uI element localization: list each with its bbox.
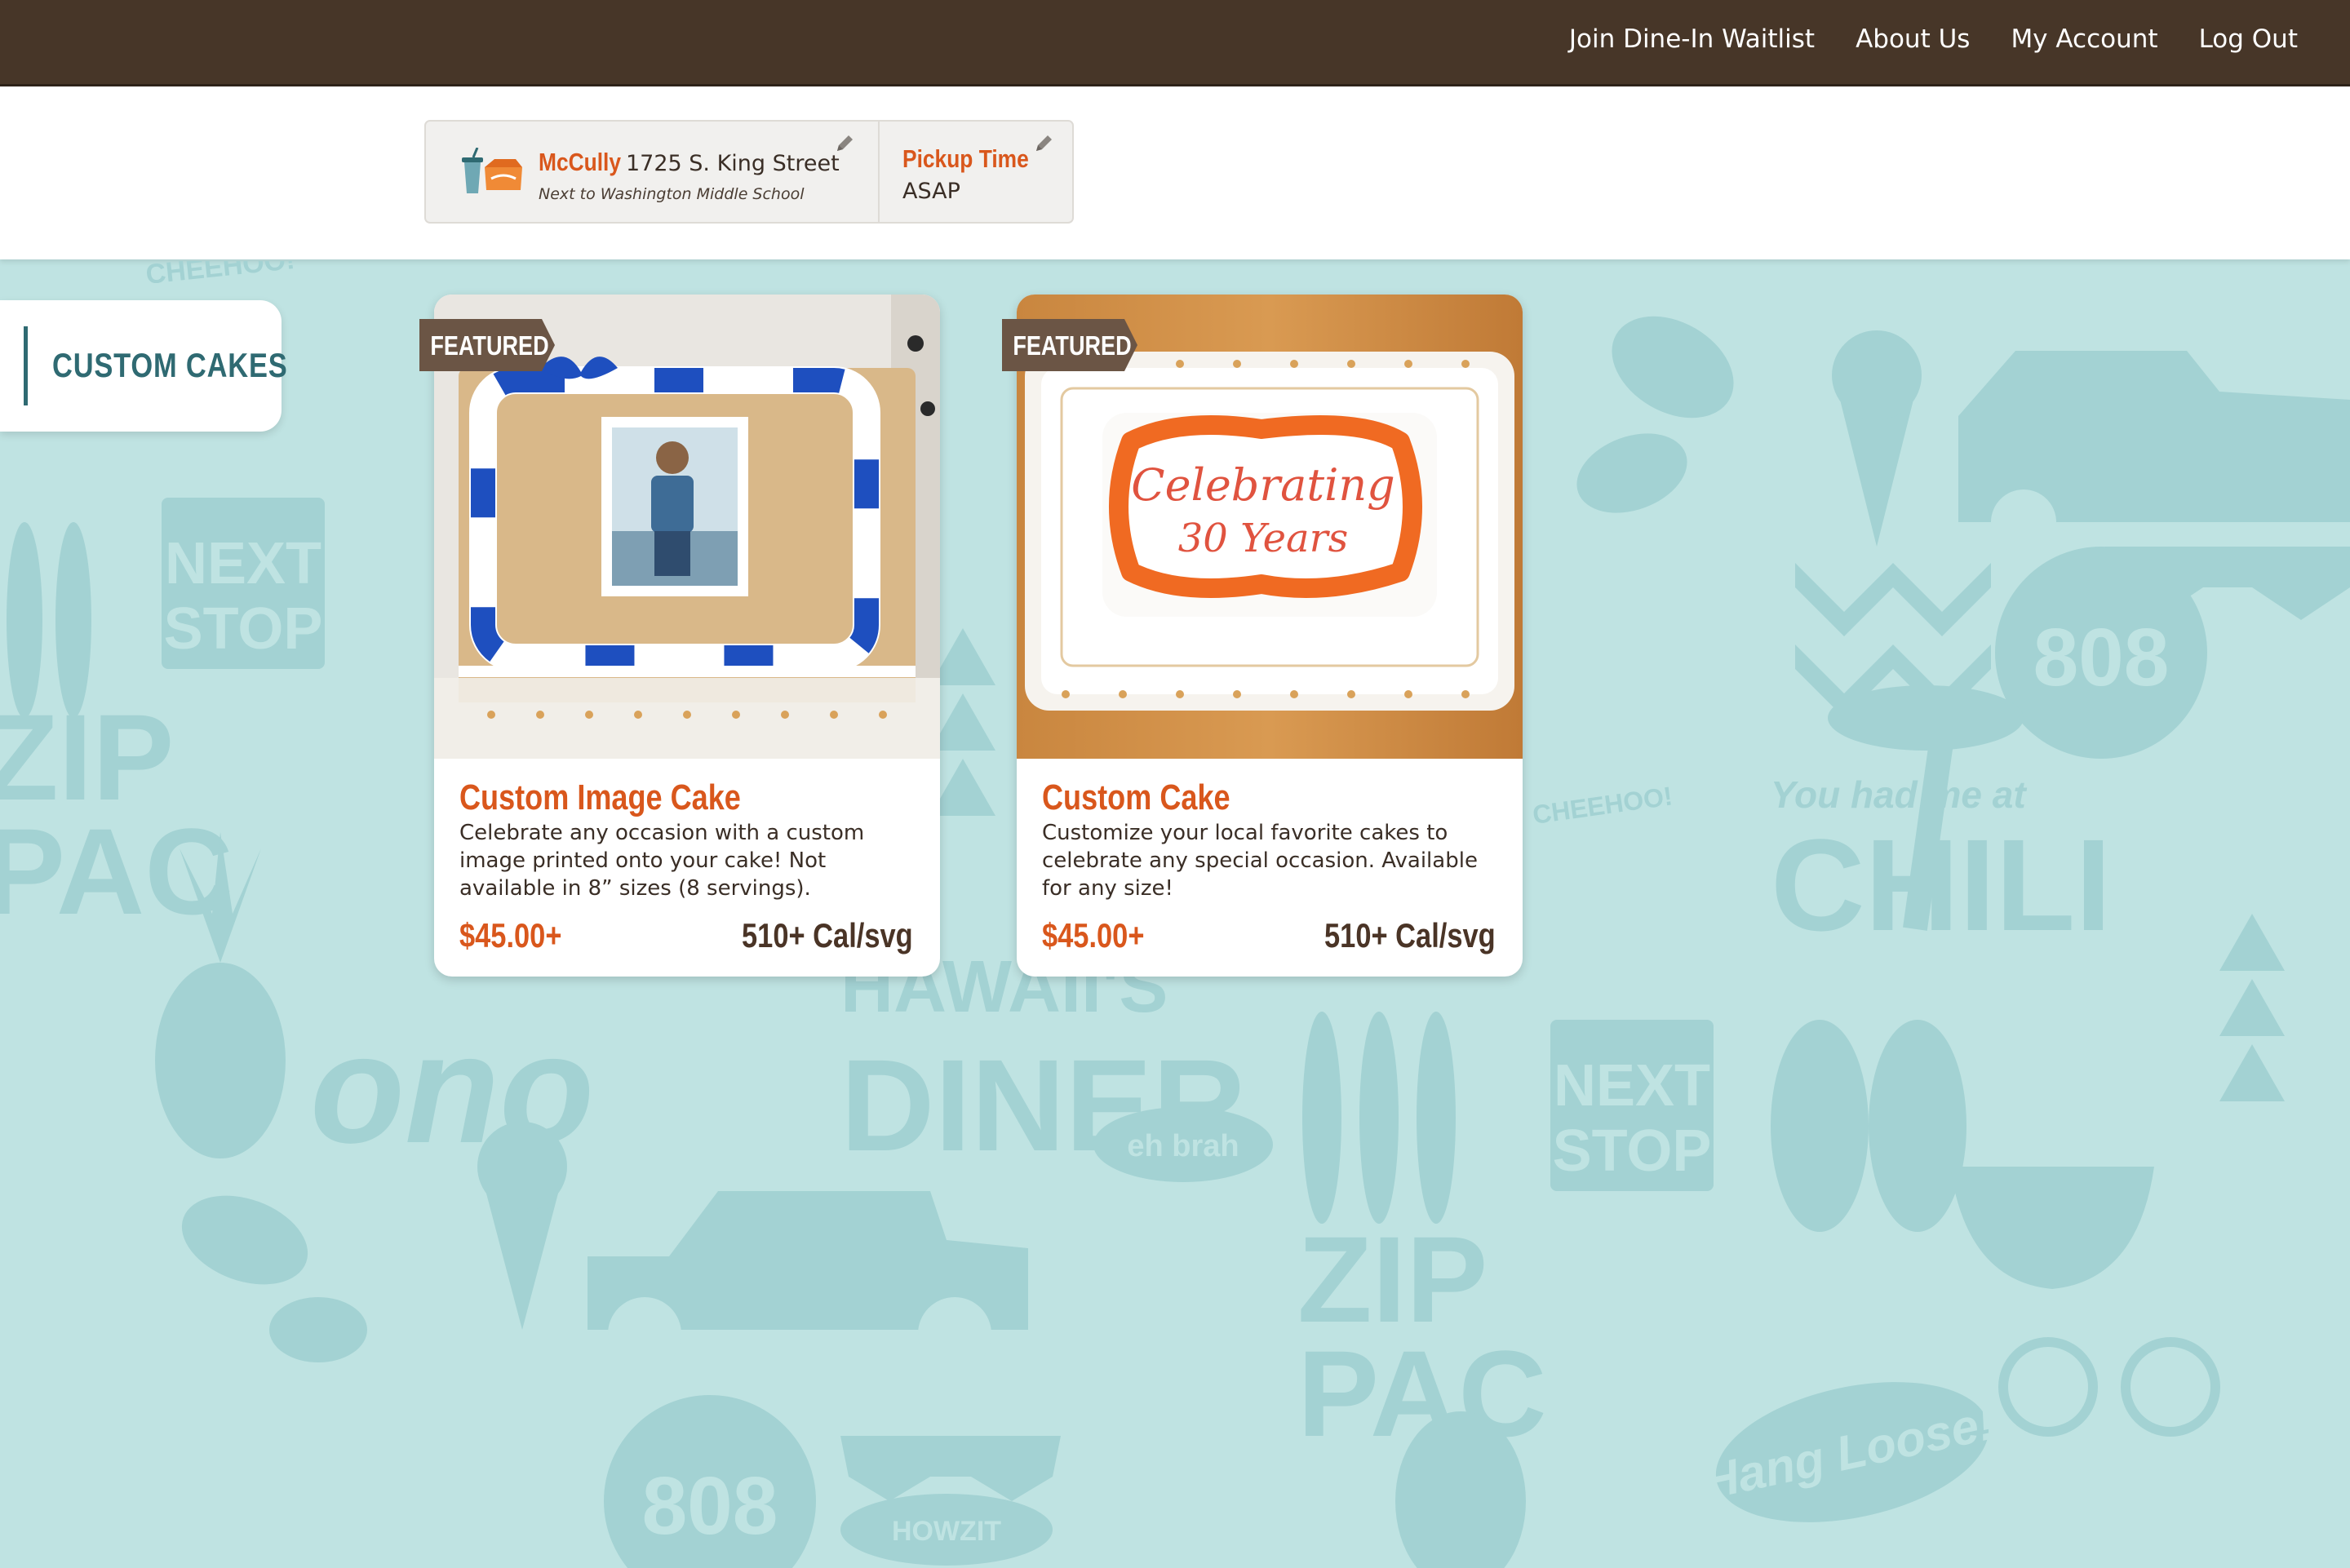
food-box-icon: [485, 159, 522, 190]
svg-text:eh brah: eh brah: [1127, 1129, 1239, 1163]
svg-text:NEXT: NEXT: [165, 531, 321, 596]
order-settings-box: McCully 1725 S. King Street Next to Wash…: [424, 120, 1074, 224]
featured-badge-label: FEATURED: [1013, 330, 1132, 361]
category-tab-custom-cakes[interactable]: CUSTOM CAKES: [0, 300, 287, 432]
nav-join-waitlist[interactable]: Join Dine-In Waitlist: [1569, 24, 1815, 54]
svg-text:CHILI: CHILI: [1771, 812, 2112, 958]
category-active-indicator: [24, 326, 28, 405]
pencil-icon[interactable]: [1033, 133, 1054, 154]
svg-text:808: 808: [642, 1460, 778, 1552]
nav-my-account[interactable]: My Account: [2011, 24, 2157, 54]
svg-text:PAC: PAC: [0, 803, 233, 940]
svg-text:CHEEHOO!: CHEEHOO!: [1531, 781, 1674, 830]
svg-text:CHEEHOO!: CHEEHOO!: [144, 261, 296, 290]
featured-badge: FEATURED: [1002, 319, 1141, 381]
order-header: McCully 1725 S. King Street Next to Wash…: [0, 86, 2350, 259]
nav-about-us[interactable]: About Us: [1856, 24, 1970, 54]
product-card-custom-cake[interactable]: Celebrating 30 Years FEATURED Custom Cak…: [1002, 295, 1523, 977]
drink-cup-icon: [462, 148, 483, 193]
store-name: McCully: [539, 148, 622, 176]
pickup-time-selector[interactable]: Pickup Time ASAP: [880, 122, 1072, 222]
pencil-icon[interactable]: [834, 133, 855, 154]
location-selector[interactable]: McCully 1725 S. King Street Next to Wash…: [426, 122, 878, 222]
svg-text:STOP: STOP: [1553, 1118, 1712, 1184]
store-note: Next to Washington Middle School: [539, 185, 805, 203]
product-calories: 510+ Cal/svg: [742, 916, 913, 955]
main-nav: Join Dine-In Waitlist About Us My Accoun…: [1528, 24, 2298, 54]
product-card-custom-image-cake[interactable]: FEATURED Custom Image Cake Celebrate any…: [419, 295, 940, 977]
svg-text:STOP: STOP: [164, 596, 323, 662]
product-price: $45.00+: [459, 916, 562, 955]
nav-log-out[interactable]: Log Out: [2199, 24, 2298, 54]
product-price: $45.00+: [1042, 916, 1145, 955]
product-description: Celebrate any occasion with a custom ima…: [459, 821, 865, 901]
pickup-time-value: ASAP: [902, 179, 960, 204]
svg-text:HOWZIT: HOWZIT: [892, 1516, 1001, 1547]
category-label: CUSTOM CAKES: [52, 346, 288, 384]
product-calories: 510+ Cal/svg: [1324, 916, 1496, 955]
top-nav-bar: Join Dine-In Waitlist About Us My Accoun…: [0, 0, 2350, 86]
pickup-time-label: Pickup Time: [902, 144, 1029, 173]
featured-badge: FEATURED: [419, 319, 558, 381]
cake-message-line-1: Celebrating: [1131, 459, 1394, 511]
svg-text:You had me at: You had me at: [1771, 773, 2027, 816]
cake-message-line-2: 30 Years: [1178, 516, 1348, 561]
featured-badge-label: FEATURED: [430, 330, 549, 361]
store-icon: [462, 148, 522, 193]
svg-text:808: 808: [2033, 612, 2170, 703]
product-title: Custom Image Cake: [459, 777, 741, 817]
product-title: Custom Cake: [1042, 777, 1230, 817]
svg-text:NEXT: NEXT: [1554, 1053, 1710, 1118]
product-description: Customize your local favorite cakes to c…: [1042, 821, 1478, 901]
store-address: 1725 S. King Street: [626, 151, 840, 176]
